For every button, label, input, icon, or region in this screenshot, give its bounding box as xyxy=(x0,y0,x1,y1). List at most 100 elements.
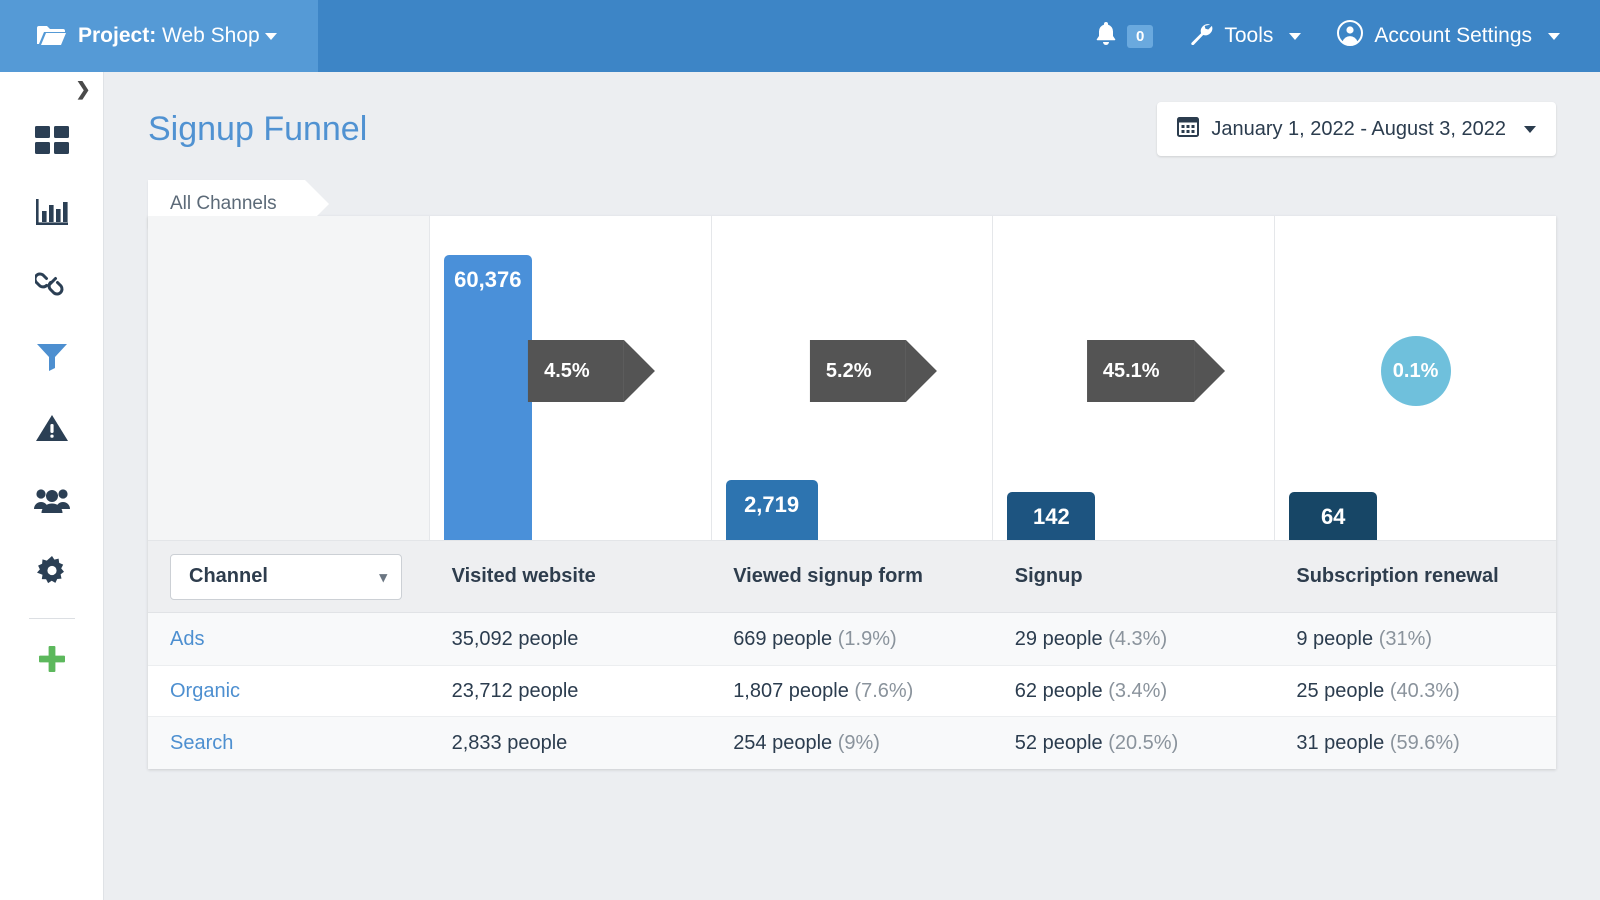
table-row[interactable]: Organic 23,712 people 1,807 people (7.6%… xyxy=(148,665,1556,717)
row-subscription-renewal: 9 people (31%) xyxy=(1274,628,1556,651)
row-subscription-renewal: 25 people (40.3%) xyxy=(1274,680,1556,703)
funnel-chart: 60,376 4.5% 2,719 5.2% 142 45.1% 64 0.1% xyxy=(148,216,1556,541)
top-navigation-bar: Project: Web Shop 0 Tools Account Settin… xyxy=(0,0,1600,72)
project-name: Web Shop xyxy=(162,24,260,47)
chart-column-subscription-renewal: 64 0.1% xyxy=(1275,216,1556,540)
cell-value: 62 people xyxy=(1014,679,1103,702)
tab-all-channels-label: All Channels xyxy=(170,193,277,214)
tools-menu[interactable]: Tools xyxy=(1189,21,1302,51)
cell-value: 1,807 people xyxy=(733,679,849,702)
account-settings-menu[interactable]: Account Settings xyxy=(1337,20,1560,52)
conversion-arrow: 45.1% xyxy=(1086,340,1225,402)
funnel-bar-value: 2,719 xyxy=(744,492,800,517)
chevron-down-icon xyxy=(1548,32,1560,40)
row-visited-website: 2,833 people xyxy=(430,732,712,755)
calendar-icon xyxy=(1177,115,1200,143)
sidebar-item-links[interactable] xyxy=(0,250,104,322)
column-header-viewed-signup-form[interactable]: Viewed signup form xyxy=(711,565,993,588)
project-label: Project: Web Shop xyxy=(78,24,277,48)
row-viewed-signup-form: 254 people (9%) xyxy=(711,732,993,755)
topbar-actions: 0 Tools Account Settings xyxy=(1096,20,1600,52)
plus-icon xyxy=(37,644,67,679)
table-header-row: Channel ▾ Visited website Viewed signup … xyxy=(148,541,1556,613)
project-selector[interactable]: Project: Web Shop xyxy=(0,0,318,72)
conversion-arrow: 4.5% xyxy=(528,340,655,402)
tools-label: Tools xyxy=(1224,24,1274,47)
account-settings-label: Account Settings xyxy=(1374,24,1532,47)
row-subscription-renewal: 31 people (59.6%) xyxy=(1274,732,1556,755)
sidebar-item-alerts[interactable] xyxy=(0,394,104,466)
cell-value: 9 people xyxy=(1296,627,1374,650)
chart-column-spacer xyxy=(148,216,430,540)
sidebar-item-funnels[interactable] xyxy=(0,322,104,394)
conversion-rate-label: 4.5% xyxy=(544,359,590,382)
funnel-bar-value: 142 xyxy=(1033,504,1070,529)
warning-triangle-icon xyxy=(35,413,69,448)
row-viewed-signup-form: 669 people (1.9%) xyxy=(711,628,993,651)
page-title: Signup Funnel xyxy=(148,109,368,148)
column-header-signup[interactable]: Signup xyxy=(993,565,1275,588)
chart-column-visited-website: 60,376 4.5% xyxy=(430,216,712,540)
cell-percent: (40.3%) xyxy=(1389,679,1460,702)
cell-percent: (31%) xyxy=(1378,627,1433,650)
channel-dimension-value: Channel xyxy=(189,565,268,587)
date-range-picker[interactable]: January 1, 2022 - August 3, 2022 xyxy=(1157,102,1556,156)
row-channel-link[interactable]: Ads xyxy=(148,628,430,651)
app-root: Project: Web Shop 0 Tools Account Settin… xyxy=(0,0,1600,900)
sidebar-item-analytics[interactable] xyxy=(0,178,104,250)
row-channel-link[interactable]: Search xyxy=(148,732,430,755)
column-header-visited-website[interactable]: Visited website xyxy=(430,565,712,588)
table-row[interactable]: Search 2,833 people 254 people (9%) 52 p… xyxy=(148,717,1556,769)
funnel-bar[interactable]: 142 xyxy=(1007,492,1096,540)
cell-value: 23,712 people xyxy=(451,679,579,702)
funnel-bar[interactable]: 2,719 xyxy=(725,480,818,540)
row-visited-website: 35,092 people xyxy=(430,628,712,651)
cell-percent: (20.5%) xyxy=(1108,731,1179,754)
chart-column-viewed-signup-form: 2,719 5.2% xyxy=(712,216,994,540)
cell-value: 31 people xyxy=(1296,731,1385,754)
channel-tab-row: All Channels xyxy=(104,156,1600,228)
dimension-select-cell: Channel ▾ xyxy=(148,553,430,600)
notifications-button[interactable]: 0 xyxy=(1096,21,1154,51)
funnel-icon xyxy=(35,341,69,376)
row-viewed-signup-form: 1,807 people (7.6%) xyxy=(711,680,993,703)
row-signup: 29 people (4.3%) xyxy=(993,628,1275,651)
cell-percent: (4.3%) xyxy=(1108,627,1168,650)
link-icon xyxy=(33,269,69,304)
grid-icon xyxy=(34,125,69,160)
cell-value: 29 people xyxy=(1014,627,1103,650)
date-range-value: January 1, 2022 - August 3, 2022 xyxy=(1211,117,1506,140)
funnel-bar-value: 60,376 xyxy=(454,267,522,292)
sidebar-item-dashboard[interactable] xyxy=(0,106,104,178)
channel-dimension-select[interactable]: Channel ▾ xyxy=(170,553,402,600)
cell-percent: (3.4%) xyxy=(1108,679,1168,702)
chevron-right-icon: ❯ xyxy=(75,78,91,99)
row-signup: 52 people (20.5%) xyxy=(993,732,1275,755)
notification-count-badge: 0 xyxy=(1127,24,1154,48)
funnel-bar[interactable]: 64 xyxy=(1289,492,1378,540)
funnel-card: 60,376 4.5% 2,719 5.2% 142 45.1% 64 0.1%… xyxy=(148,216,1556,769)
bar-chart-icon xyxy=(35,197,69,232)
table-row[interactable]: Ads 35,092 people 669 people (1.9%) 29 p… xyxy=(148,613,1556,665)
chevron-down-icon xyxy=(1524,125,1536,133)
cell-value: 254 people xyxy=(733,731,833,754)
row-channel-link[interactable]: Organic xyxy=(148,680,430,703)
funnel-bar[interactable]: 60,376 xyxy=(443,255,532,540)
overall-conversion-circle: 0.1% xyxy=(1380,336,1451,406)
cell-value: 52 people xyxy=(1014,731,1103,754)
chevron-down-icon xyxy=(264,32,277,40)
cell-value: 669 people xyxy=(733,627,833,650)
conversion-rate-label: 5.2% xyxy=(825,359,872,382)
left-sidebar: ❯ xyxy=(0,72,104,900)
cell-percent: (1.9%) xyxy=(837,627,897,650)
cell-percent: (7.6%) xyxy=(854,679,914,702)
sidebar-expand-button[interactable]: ❯ xyxy=(63,72,103,106)
cell-value: 2,833 people xyxy=(451,731,568,754)
users-icon xyxy=(33,485,70,520)
conversion-rate-label: 45.1% xyxy=(1102,359,1160,382)
sidebar-item-add[interactable] xyxy=(0,625,104,697)
sidebar-item-settings[interactable] xyxy=(0,538,104,610)
sidebar-item-people[interactable] xyxy=(0,466,104,538)
column-header-subscription-renewal[interactable]: Subscription renewal xyxy=(1274,565,1556,588)
sidebar-divider xyxy=(28,618,75,619)
